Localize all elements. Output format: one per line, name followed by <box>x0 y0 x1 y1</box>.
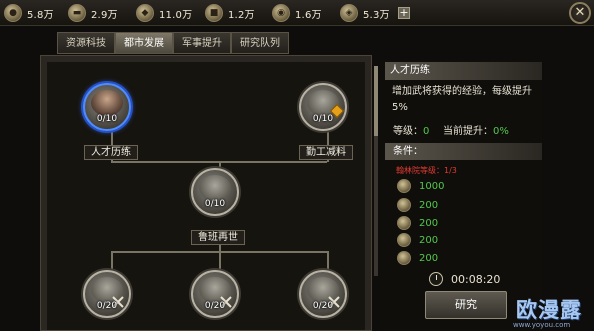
academy-requirement: 翰林院等级：1/3 <box>396 166 457 175</box>
level-row: 等级：0 <box>393 122 429 137</box>
watermark-logo: 欧漫露 <box>516 298 582 322</box>
scrollbar-thumb[interactable] <box>374 66 378 136</box>
resource-value: 5.3万 <box>363 9 390 21</box>
node-label: 鲁班再世 <box>191 230 245 245</box>
iron-icon: ■ <box>205 4 223 22</box>
add-gold-button[interactable]: + <box>398 7 410 19</box>
node-label: 勤工减料 <box>299 145 353 160</box>
node-level: 0/10 <box>204 199 226 209</box>
tech-tabs: 资源科技 都市发展 军事提升 研究队列 <box>57 32 289 54</box>
resource-wood: ▬ 2.9万 <box>68 3 118 23</box>
cost-row: 200 <box>397 232 438 248</box>
node-label: 人才历练 <box>84 145 138 160</box>
bonus-row: 当前提升：0% <box>443 122 509 137</box>
grain-icon: ● <box>4 4 22 22</box>
tech-node-soldier-2[interactable]: 0/20 <box>191 270 239 318</box>
tech-description: 增加武将获得的经验，每级提升5% <box>392 86 532 113</box>
resource-value: 11.0万 <box>159 9 193 21</box>
resource-gold: ◈ 5.3万 <box>340 3 390 23</box>
conditions-header: 条件： <box>385 143 542 160</box>
research-timer: 00:08:20 <box>429 272 500 286</box>
node-level: 0/10 <box>312 114 334 124</box>
close-button[interactable]: ✕ <box>569 2 591 24</box>
tech-title: 人才历练 <box>385 62 542 80</box>
stone-icon <box>397 216 411 230</box>
connector-line <box>327 251 329 271</box>
cost-value: 200 <box>419 199 439 211</box>
tech-node-soldier-3[interactable]: 0/20 <box>299 270 347 318</box>
tab-military-upgrade[interactable]: 军事提升 <box>173 32 231 54</box>
cost-value: 1000 <box>419 180 445 192</box>
cost-row: 200 <box>397 250 438 266</box>
bonus-value: 0% <box>493 126 509 137</box>
close-icon: ✕ <box>574 5 586 20</box>
tech-node-luban-reborn[interactable]: 0/10 <box>191 168 239 216</box>
node-level: 0/20 <box>204 301 226 311</box>
resource-silver: ◉ 1.6万 <box>272 3 322 23</box>
silver-icon <box>397 251 411 265</box>
research-button[interactable]: 研究 <box>425 291 507 319</box>
resource-value: 2.9万 <box>91 9 118 21</box>
tab-resource-tech[interactable]: 资源科技 <box>57 32 115 54</box>
wood-icon: ▬ <box>68 4 86 22</box>
bonus-label: 当前提升： <box>443 126 493 137</box>
resource-grain: ● 5.8万 <box>4 3 54 23</box>
construction-icon <box>199 175 231 201</box>
cost-value: 200 <box>419 252 439 264</box>
connector-line <box>219 251 221 271</box>
general-portrait-icon <box>91 90 123 116</box>
node-level: 0/20 <box>96 301 118 311</box>
level-value: 0 <box>423 126 430 137</box>
resource-value: 1.2万 <box>228 9 255 21</box>
resource-value: 5.8万 <box>27 9 54 21</box>
level-label: 等级： <box>393 126 423 137</box>
stone-icon: ◆ <box>136 4 154 22</box>
clock-icon <box>429 272 443 286</box>
iron-icon <box>397 233 411 247</box>
grain-icon <box>397 179 411 193</box>
silver-icon: ◉ <box>272 4 290 22</box>
cost-row: 1000 <box>397 178 444 194</box>
detail-scrollbar[interactable] <box>374 66 378 276</box>
tech-tree-panel: 0/10 人才历练 0/10 勤工减料 0/10 鲁班再世 0/20 0/20 … <box>40 55 372 331</box>
tech-node-soldier-1[interactable]: 0/20 <box>83 270 131 318</box>
connector-line <box>111 251 113 271</box>
node-level: 0/20 <box>312 301 334 311</box>
node-level: 0/10 <box>96 114 118 124</box>
cost-value: 200 <box>419 217 439 229</box>
watermark-url: www.yoyou.com <box>513 321 571 329</box>
cost-value: 200 <box>419 234 439 246</box>
wood-icon <box>397 198 411 212</box>
cost-row: 200 <box>397 215 438 231</box>
resource-bar: ● 5.8万 ▬ 2.9万 ◆ 11.0万 ■ 1.2万 ◉ 1.6万 ◈ 5.… <box>0 0 594 26</box>
site-watermark: 欧漫露 www.yoyou.com <box>508 292 594 331</box>
tab-city-development[interactable]: 都市发展 <box>115 32 173 54</box>
resource-value: 1.6万 <box>295 9 322 21</box>
tab-research-queue[interactable]: 研究队列 <box>231 32 289 54</box>
research-time: 00:08:20 <box>451 272 501 286</box>
gold-icon: ◈ <box>340 4 358 22</box>
resource-iron: ■ 1.2万 <box>205 3 255 23</box>
cost-row: 200 <box>397 197 438 213</box>
tech-node-talent-training[interactable]: 0/10 <box>83 83 131 131</box>
tech-node-diligent-work[interactable]: 0/10 <box>299 83 347 131</box>
resource-stone: ◆ 11.0万 <box>136 3 192 23</box>
